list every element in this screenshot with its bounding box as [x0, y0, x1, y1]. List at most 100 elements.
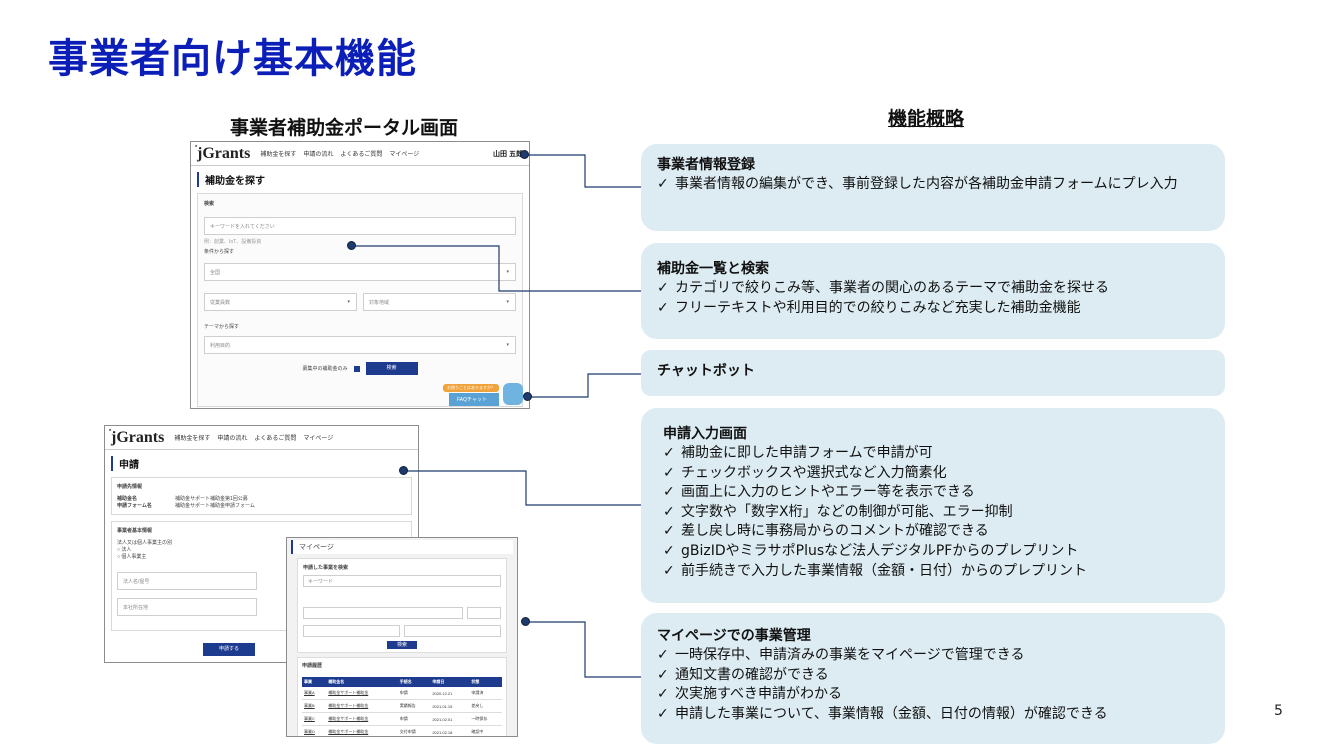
region-value: 全国	[210, 270, 221, 276]
keyword-hint: 例：創業、IoT、設備投資	[204, 239, 262, 245]
nav-search[interactable]: 補助金を探す	[260, 149, 296, 158]
feature-item: ✓ 一時保存中、申請済みの事業をマイページで管理できる	[657, 646, 1209, 666]
employees-value: 従業員数	[210, 300, 231, 306]
check-icon: ✓	[663, 484, 675, 501]
check-icon: ✓	[657, 686, 669, 703]
table-cell[interactable]: 補助金サポート補助金	[326, 687, 398, 700]
table-cell[interactable]: 事業C	[302, 712, 327, 726]
form-name-value: 補助金サポート補助金申請フォーム	[175, 503, 255, 509]
connector-dot	[521, 617, 530, 626]
feature-mypage: マイページでの事業管理 ✓ 一時保存中、申請済みの事業をマイページで管理できる ✓…	[641, 613, 1225, 744]
slide-title: 事業者向け基本機能	[48, 36, 417, 82]
mypage-keyword-input[interactable]: キーワード	[303, 575, 501, 587]
column-header: 手続名	[397, 677, 431, 687]
feature-item: ✓ 通知文書の確認ができる	[657, 666, 1209, 686]
nav-search[interactable]: 補助金を探す	[174, 433, 210, 442]
mypage-filter-b[interactable]	[467, 607, 501, 619]
table-cell: 申請	[397, 687, 431, 700]
feature-title: 補助金一覧と検索	[657, 261, 769, 277]
feature-item: ✓ カテゴリで絞りこみ等、事業者の関心のあるテーマで補助金を探せる	[657, 279, 1209, 299]
table-cell[interactable]: 補助金サポート補助金	[326, 699, 398, 713]
page-number: 5	[1274, 703, 1283, 719]
open-only-label: 募集中の補助金のみ	[302, 366, 348, 372]
column-header: 事業	[302, 677, 327, 687]
corp-name-input[interactable]: 法人名/屋号	[117, 572, 257, 590]
mypage-search-title: 申請した事業を検索	[303, 565, 349, 571]
table-row[interactable]: 事業B 補助金サポート補助金 実績報告 2021.01.15 差戻し	[302, 699, 502, 713]
table-cell[interactable]: 補助金サポート補助金	[326, 725, 398, 736]
user-name[interactable]: 山田 五郎	[493, 149, 523, 159]
table-cell[interactable]: 事業D	[302, 725, 327, 736]
grant-name-label: 補助金名	[117, 496, 138, 502]
form-name-label: 申請フォーム名	[117, 503, 152, 509]
chevron-down-icon: ▾	[347, 299, 350, 305]
flag-icon: ■	[195, 143, 198, 148]
feature-title: チャットボット	[657, 363, 755, 379]
jgrants-logo: jGrants	[111, 428, 165, 446]
table-cell[interactable]: 補助金サポート補助金	[326, 712, 398, 726]
table-cell: 申請済	[469, 687, 502, 700]
feature-item: ✓ 申請した事業について、事業情報（金額、日付の情報）が確認できる	[657, 705, 1209, 725]
table-cell: 2020.12.21	[430, 687, 470, 700]
apply-button[interactable]: 申請する	[203, 643, 255, 656]
connector-chatbot	[528, 373, 641, 398]
feature-chatbot: チャットボット	[641, 350, 1225, 396]
keyword-input[interactable]: キーワードを入れてください	[204, 217, 516, 235]
table-row[interactable]: 事業A 補助金サポート補助金 申請 2020.12.21 申請済	[302, 687, 502, 700]
nav-faq[interactable]: よくあるご質問	[340, 149, 382, 158]
feature-item: ✓ 差し戻し時に事務局からのコメントが確認できる	[663, 522, 1209, 542]
portal-search-screenshot: ■ jGrants 補助金を探す 申請の流れ よくあるご質問 マイページ 山田 …	[190, 141, 530, 409]
connector-dot	[520, 150, 529, 159]
chevron-down-icon: ▾	[506, 269, 509, 275]
table-row[interactable]: 事業D 補助金サポート補助金 交付申請 2021.02.18 確認中	[302, 725, 502, 736]
feature-item: ✓ 画面上に入力のヒントやエラー等を表示できる	[663, 483, 1209, 503]
table-cell[interactable]: 事業B	[302, 699, 327, 713]
date-from-input[interactable]	[303, 625, 400, 637]
feature-grant-search: 補助金一覧と検索 ✓ カテゴリで絞りこみ等、事業者の関心のあるテーマで補助金を探せ…	[641, 243, 1225, 339]
feature-item: ✓ 補助金に即した申請フォームで申請が可	[663, 444, 1209, 464]
chevron-down-icon: ▾	[506, 299, 509, 305]
purpose-value: 利用目的	[210, 343, 231, 349]
feature-business-registration: 事業者情報登録 ✓ 事業者情報の編集ができ、事前登録した内容が各補助金申請フォーム…	[641, 144, 1225, 231]
area-select[interactable]: 対象地域 ▾	[363, 293, 516, 311]
chatbot-robot-icon[interactable]	[503, 383, 523, 405]
feature-item: ✓ 文字数や「数字X桁」などの制御が可能、エラー抑制	[663, 503, 1209, 523]
nav-mypage[interactable]: マイページ	[389, 149, 419, 158]
sole-label: 個人事業主	[121, 554, 147, 560]
application-history-table: 事業 補助金名 手続名 申請日 状態 事業A 補助金サポート補助金 申請 2020.1…	[302, 677, 502, 736]
nav-faq[interactable]: よくあるご質問	[254, 433, 296, 442]
grant-name-value: 補助金サポート補助金第1回公募	[175, 496, 248, 502]
check-icon: ✓	[663, 542, 675, 559]
flag-icon: ■	[109, 427, 112, 432]
table-cell[interactable]: 事業A	[302, 687, 327, 700]
basic-info-title: 事業者基本情報	[117, 528, 153, 534]
mypage-search-button[interactable]: 検索	[387, 641, 417, 649]
purpose-select[interactable]: 利用目的 ▾	[204, 336, 516, 354]
search-page-title: 補助金を探す	[197, 172, 523, 187]
employees-select[interactable]: 従業員数 ▾	[204, 293, 357, 311]
check-icon: ✓	[657, 666, 669, 683]
table-cell: 2021.02.01	[430, 712, 470, 726]
feature-title: 申請入力画面	[663, 426, 747, 442]
feature-item: ✓ gBizIDやミラサポPlusなど法人デジタルPFからのプレプリント	[663, 542, 1209, 562]
feature-item: ✓ 前手続きで入力した事業情報（金額・日付）からのプレプリント	[663, 562, 1209, 582]
faq-chat-button[interactable]: FAQチャット	[449, 393, 499, 406]
check-icon: ✓	[663, 445, 675, 461]
date-to-input[interactable]	[404, 625, 501, 637]
chevron-down-icon: ▾	[506, 342, 509, 348]
application-header: jGrants 補助金を探す 申請の流れ よくあるご質問 マイページ	[105, 426, 418, 450]
table-cell: 確認中	[469, 725, 502, 736]
feature-title: 事業者情報登録	[657, 157, 755, 173]
nav-flow[interactable]: 申請の流れ	[303, 149, 333, 158]
target-info-panel: 申請先情報 補助金名 補助金サポート補助金第1回公募 申請フォーム名 補助金サポート…	[111, 477, 412, 515]
address-input[interactable]: 本社所在地	[117, 598, 257, 616]
table-row[interactable]: 事業C 補助金サポート補助金 申請 2021.02.01 一時保存	[302, 712, 502, 726]
open-only-checkbox[interactable]	[353, 365, 360, 372]
search-button[interactable]: 検索	[365, 362, 418, 375]
mypage-search-panel: 申請した事業を検索 キーワード 検索	[297, 558, 507, 653]
region-select[interactable]: 全国 ▾	[204, 263, 516, 281]
nav-flow[interactable]: 申請の流れ	[217, 433, 247, 442]
feature-application-input: 申請入力画面 ✓ 補助金に即した申請フォームで申請が可 ✓ チェックボックスや選択式…	[641, 408, 1225, 603]
mypage-filter-a[interactable]	[303, 607, 463, 619]
nav-mypage[interactable]: マイページ	[303, 433, 333, 442]
